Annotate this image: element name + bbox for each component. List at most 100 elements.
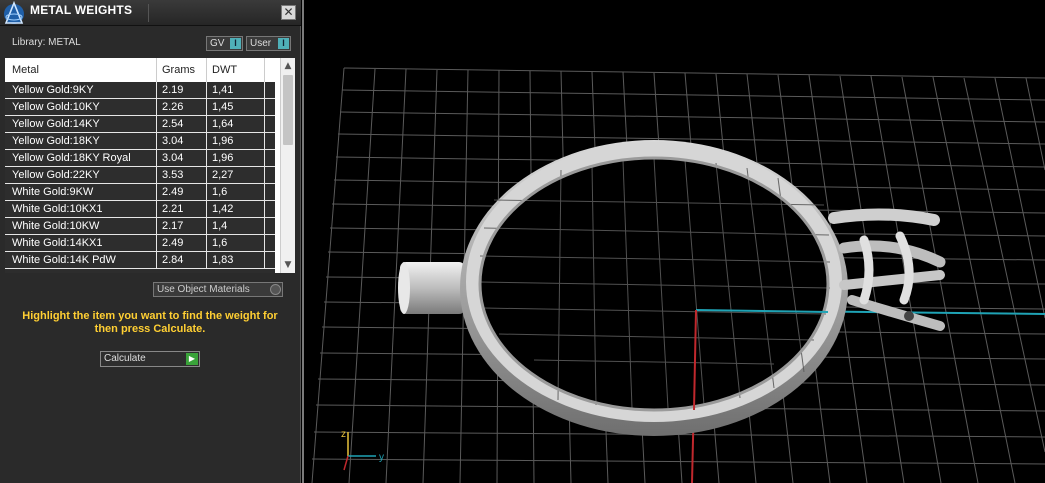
panel-titlebar: METAL WEIGHTS ✕ [0, 0, 301, 26]
table-row[interactable]: White Gold:14K PdW 2.84 1,83 [5, 252, 275, 269]
table-body: Yellow Gold:9KY 2.19 1,41 Yellow Gold:10… [5, 82, 275, 273]
user-toggle[interactable]: User I [246, 36, 291, 51]
cell-metal: Yellow Gold:18KY Royal [12, 152, 131, 164]
column-header-metal[interactable]: Metal [12, 64, 39, 76]
cell-divider [206, 252, 207, 269]
cell-divider [264, 82, 265, 99]
cell-dwt: 1,45 [212, 101, 234, 113]
ring-model [460, 140, 848, 436]
scroll-thumb[interactable] [283, 75, 293, 145]
cell-grams: 2.26 [162, 101, 184, 113]
panel-title: METAL WEIGHTS [30, 3, 133, 17]
cell-grams: 2.54 [162, 118, 184, 130]
chevron-up-icon[interactable]: ▲ [281, 59, 295, 73]
cell-divider [156, 218, 157, 235]
app-logo-icon [4, 1, 24, 24]
metal-weights-table: Metal Grams DWT Yellow Gold:9KY 2.19 1,4… [5, 58, 295, 273]
cell-divider [206, 167, 207, 184]
cell-divider [264, 99, 265, 116]
cell-grams: 2.49 [162, 186, 184, 198]
table-row[interactable]: Yellow Gold:14KY 2.54 1,64 [5, 116, 275, 133]
use-object-materials-label: Use Object Materials [157, 284, 250, 295]
table-row[interactable]: Yellow Gold:22KY 3.53 2,27 [5, 167, 275, 184]
ring-stub [398, 262, 465, 314]
table-row[interactable]: Yellow Gold:10KY 2.26 1,45 [5, 99, 275, 116]
column-header-grams[interactable]: Grams [162, 64, 195, 76]
cell-divider [264, 150, 265, 167]
table-row[interactable]: White Gold:10KX1 2.21 1,42 [5, 201, 275, 218]
toggle-indicator-icon: I [230, 38, 241, 49]
cell-divider [264, 184, 265, 201]
cell-divider [206, 82, 207, 99]
gv-toggle[interactable]: GV I [206, 36, 243, 51]
3d-viewport[interactable]: z y [302, 0, 1045, 483]
cell-divider [264, 201, 265, 218]
close-button[interactable]: ✕ [281, 5, 296, 20]
cell-grams: 2.17 [162, 220, 184, 232]
cell-divider [156, 133, 157, 150]
cell-divider [156, 116, 157, 133]
cell-dwt: 1,83 [212, 254, 234, 266]
cell-divider [156, 99, 157, 116]
instruction-text: Highlight the item you want to find the … [22, 310, 278, 335]
calculate-button[interactable]: Calculate ▶ [100, 351, 200, 367]
column-divider [206, 58, 207, 82]
cell-divider [156, 184, 157, 201]
cell-divider [264, 235, 265, 252]
play-icon: ▶ [186, 353, 198, 365]
prong-setting [828, 208, 946, 331]
cell-metal: Yellow Gold:9KY [12, 84, 94, 96]
table-scrollbar[interactable]: ▲ ▼ [280, 58, 295, 273]
cell-dwt: 2,27 [212, 169, 234, 181]
cell-metal: Yellow Gold:14KY [12, 118, 100, 130]
cell-divider [206, 235, 207, 252]
cell-divider [156, 235, 157, 252]
cell-metal: White Gold:14K PdW [12, 254, 116, 266]
cell-grams: 2.84 [162, 254, 184, 266]
cell-grams: 2.19 [162, 84, 184, 96]
title-divider [148, 4, 149, 22]
cell-dwt: 1,6 [212, 186, 228, 198]
cell-metal: Yellow Gold:18KY [12, 135, 100, 147]
table-row[interactable]: Yellow Gold:18KY 3.04 1,96 [5, 133, 275, 150]
cell-divider [264, 167, 265, 184]
cell-divider [206, 218, 207, 235]
cell-grams: 3.53 [162, 169, 184, 181]
axis-label-z: z [341, 429, 346, 440]
cell-metal: White Gold:9KW [12, 186, 94, 198]
table-row[interactable]: Yellow Gold:18KY Royal 3.04 1,96 [5, 150, 275, 167]
cell-dwt: 1,64 [212, 118, 234, 130]
cell-divider [156, 167, 157, 184]
table-row-partial[interactable] [5, 269, 275, 273]
cell-divider [264, 133, 265, 150]
axis-label-y: y [379, 452, 384, 463]
cell-metal: White Gold:10KX1 [12, 203, 103, 215]
metal-weights-panel: METAL WEIGHTS ✕ Library: METAL GV I User… [0, 0, 301, 483]
cell-grams: 3.04 [162, 135, 184, 147]
table-row[interactable]: White Gold:14KX1 2.49 1,6 [5, 235, 275, 252]
cell-divider [206, 201, 207, 218]
cell-dwt: 1,96 [212, 135, 234, 147]
cell-divider [206, 133, 207, 150]
table-header: Metal Grams DWT [5, 58, 280, 82]
table-row[interactable]: Yellow Gold:9KY 2.19 1,41 [5, 82, 275, 99]
column-header-dwt[interactable]: DWT [212, 64, 237, 76]
cell-divider [206, 150, 207, 167]
cell-metal: White Gold:14KX1 [12, 237, 103, 249]
cell-metal: Yellow Gold:10KY [12, 101, 100, 113]
table-row[interactable]: White Gold:10KW 2.17 1,4 [5, 218, 275, 235]
column-divider [264, 58, 265, 82]
toggle-indicator-icon: I [278, 38, 289, 49]
use-object-materials-toggle[interactable]: Use Object Materials [153, 282, 283, 297]
cell-divider [206, 99, 207, 116]
cell-divider [156, 252, 157, 269]
cell-metal: White Gold:10KW [12, 220, 100, 232]
cell-metal: Yellow Gold:22KY [12, 169, 100, 181]
library-label: Library: METAL [12, 37, 81, 48]
cell-dwt: 1,6 [212, 237, 228, 249]
cell-grams: 2.21 [162, 203, 184, 215]
table-row[interactable]: White Gold:9KW 2.49 1,6 [5, 184, 275, 201]
cell-dwt: 1,4 [212, 220, 228, 232]
chevron-down-icon[interactable]: ▼ [281, 258, 295, 272]
viewport-scene: z y [311, 67, 1045, 483]
